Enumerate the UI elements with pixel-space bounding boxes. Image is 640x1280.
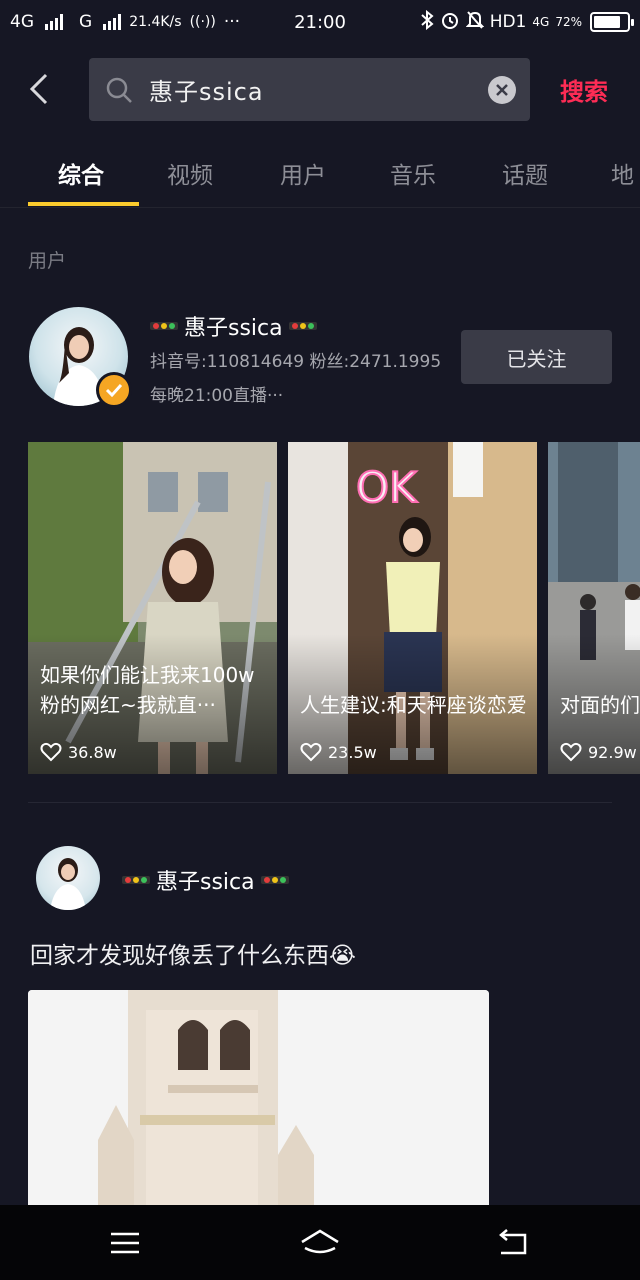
tab-places[interactable]: 地: [611, 156, 634, 190]
return-icon: [499, 1229, 527, 1255]
lte-label: 4G: [532, 15, 550, 29]
video-likes: 36.8w: [40, 742, 117, 762]
tab-videos[interactable]: 视频: [167, 156, 213, 190]
heart-icon: [560, 742, 582, 762]
svg-text:OK: OK: [356, 463, 418, 512]
heart-icon: [40, 742, 62, 762]
video-card[interactable]: 对面的们~哼! 92.9w: [548, 442, 640, 774]
video-likes: 23.5w: [300, 742, 377, 762]
network-label-1: 4G: [10, 12, 34, 32]
search-header: 惠子ssica 搜索: [0, 56, 640, 122]
likes-count: 36.8w: [68, 742, 117, 762]
clear-icon[interactable]: [488, 76, 516, 104]
traffic-light-icon: [122, 876, 150, 884]
traffic-light-icon: [150, 322, 178, 330]
signal-bars-icon: [45, 14, 63, 30]
post-author-name: 惠子ssica: [156, 870, 255, 895]
home-button[interactable]: [298, 1225, 342, 1261]
mute-bell-icon: [465, 10, 485, 35]
signal-bars-icon-2: [103, 14, 122, 30]
back-button[interactable]: [22, 70, 56, 108]
active-tab-indicator: [28, 202, 139, 206]
likes-count: 92.9w: [588, 742, 637, 762]
video-row: 如果你们能让我来100w粉的网红~我就直··· 36.8w OK 人生建议:和天…: [28, 442, 640, 774]
tab-topics[interactable]: 话题: [502, 156, 548, 190]
avatar-portrait: [50, 858, 86, 910]
status-bar: 4G G 21.4K/s ((·)) ··· 21:00 HD1 4G 72%: [0, 0, 640, 44]
bluetooth-icon: [420, 9, 434, 35]
video-card[interactable]: OK 人生建议:和天秤座谈恋爱 23.5w: [288, 442, 537, 774]
user-meta: 抖音号:110814649 粉丝:2471.1995: [150, 352, 442, 372]
traffic-light-icon: [288, 322, 317, 330]
post-text: 回家才发现好像丢了什么东西😭: [30, 943, 356, 969]
section-label-users: 用户: [28, 250, 67, 272]
post-author-row[interactable]: 惠子ssica: [122, 864, 289, 896]
tab-users[interactable]: 用户: [280, 156, 326, 190]
video-caption: 人生建议:和天秤座谈恋爱: [300, 693, 527, 717]
user-bio: 每晚21:00直播···: [150, 386, 284, 406]
verified-badge-icon: [96, 372, 132, 408]
chevron-left-icon: [29, 73, 48, 105]
likes-count: 23.5w: [328, 742, 377, 762]
search-icon: [105, 75, 135, 105]
post-header: 惠子ssica: [0, 842, 640, 914]
section-divider: [28, 802, 612, 803]
search-input[interactable]: 惠子ssica: [89, 58, 530, 121]
user-result-card[interactable]: 惠子ssica 抖音号:110814649 粉丝:2471.1995 每晚21:…: [0, 300, 640, 420]
network-speed: 21.4K/s: [129, 14, 182, 30]
network-label-2: G: [79, 12, 93, 32]
search-query[interactable]: 惠子ssica: [149, 72, 264, 107]
more-indicator: ···: [223, 12, 241, 32]
follow-button[interactable]: 已关注: [461, 330, 612, 384]
status-left: 4G G 21.4K/s ((·)) ···: [10, 12, 280, 32]
tab-all[interactable]: 综合: [58, 156, 104, 190]
alarm-icon: [440, 10, 460, 35]
video-caption: 如果你们能让我来100w粉的网红~我就直···: [40, 663, 255, 717]
menu-button[interactable]: [103, 1225, 147, 1261]
traffic-light-icon: [260, 876, 289, 884]
home-icon: [301, 1229, 339, 1254]
tab-music[interactable]: 音乐: [390, 156, 436, 190]
menu-icon: [111, 1232, 139, 1254]
video-likes: 92.9w: [560, 742, 637, 762]
video-card[interactable]: 如果你们能让我来100w粉的网红~我就直··· 36.8w: [28, 442, 277, 774]
video-caption: 对面的们~哼!: [560, 693, 640, 717]
post-photo: [28, 990, 489, 1205]
search-button[interactable]: 搜索: [560, 72, 608, 107]
heart-icon: [300, 742, 322, 762]
back-nav-button[interactable]: [492, 1225, 536, 1261]
user-name: 惠子ssica: [184, 316, 283, 341]
hd-label: HD1: [489, 12, 527, 32]
wifi-calling-icon: ((·)): [189, 14, 216, 30]
user-name-row: 惠子ssica: [150, 310, 317, 342]
post-image[interactable]: [28, 990, 489, 1205]
battery-percent: 72%: [555, 15, 582, 29]
search-tabs: 综合 视频 用户 音乐 话题 地: [0, 140, 640, 208]
post-avatar[interactable]: [36, 846, 100, 910]
system-nav-bar: [0, 1205, 640, 1280]
battery-icon: [590, 12, 634, 32]
status-right: HD1 4G 72%: [420, 9, 634, 35]
